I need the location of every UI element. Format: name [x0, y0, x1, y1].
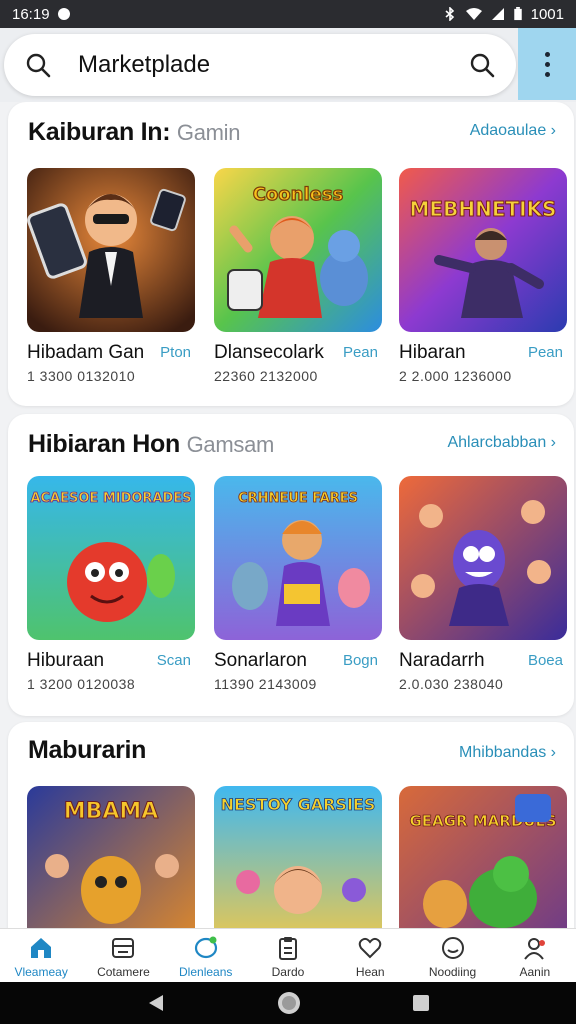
game-thumbnail[interactable]: GEAGR MARDUES [399, 786, 567, 928]
home-icon [31, 938, 52, 958]
user-icon [524, 938, 545, 960]
game-price-tag[interactable]: Pean [343, 344, 378, 361]
header-title: Marketplade [78, 51, 211, 78]
system-nav-bar [0, 982, 576, 1024]
heart-icon [359, 937, 382, 959]
game-downloads: 22360 2132000 [214, 368, 318, 384]
game-card[interactable]: Hibadam Gan Pton 1 3300 0132010 [27, 168, 195, 384]
battery-icon [513, 7, 522, 21]
game-card[interactable]: GEAGR MARDUES [399, 786, 567, 928]
game-thumbnail[interactable]: MBAMA [27, 786, 195, 928]
game-thumbnail[interactable]: CRHNEUE FARES [214, 476, 382, 640]
section-title: Hibiaran Hon Gamsam [28, 430, 275, 458]
chevron-right-icon: › [550, 122, 556, 139]
game-title: Hiburaan [27, 650, 105, 671]
bottom-nav: Vleameay Cotamere Dlenleans Dardo Hean N… [0, 928, 576, 982]
game-thumbnail[interactable]: NESTOY GARSIES [214, 786, 382, 928]
chat-icon [194, 936, 217, 959]
game-thumbnail[interactable]: Coonless [214, 168, 382, 332]
thumbnail-caption: Coonless [253, 184, 344, 205]
recents-icon[interactable] [411, 993, 431, 1013]
game-thumbnail[interactable] [27, 168, 195, 332]
section-3: Maburarin Mhibbandas › MBAMA NESTOY GARS… [8, 722, 574, 928]
thumbnail-caption: MEBHNETIKS [410, 197, 557, 221]
game-card[interactable]: CRHNEUE FARES Sonarlaron Bogn 11390 2143… [214, 476, 382, 692]
see-all-link[interactable]: Adaoaulae › [470, 122, 556, 140]
game-price-tag[interactable]: Bogn [343, 652, 378, 669]
game-thumbnail[interactable]: MEBHNETIKS [399, 168, 567, 332]
notification-dot-icon [57, 8, 70, 20]
section-1: Kaiburan In: Gamin Adaoaulae › Hibadam G… [8, 102, 574, 406]
game-thumbnail[interactable] [399, 476, 567, 640]
home-circle-icon[interactable] [276, 990, 302, 1016]
see-all-link[interactable]: Mhibbandas › [459, 744, 556, 762]
section-title: Kaiburan In: Gamin [28, 118, 241, 146]
back-icon[interactable] [145, 992, 167, 1014]
content-scroll[interactable]: Kaiburan In: Gamin Adaoaulae › Hibadam G… [0, 102, 576, 928]
thumbnail-caption: NESTOY GARSIES [221, 795, 376, 814]
status-time: 16:19 [12, 5, 50, 23]
game-card[interactable]: MEBHNETIKS Hibaran Pean 2 2.000 1236000 [399, 168, 567, 384]
game-card[interactable]: MBAMA [27, 786, 195, 928]
section-2: Hibiaran Hon Gamsam Ahlarcbabban › ACAES… [8, 414, 574, 716]
game-title: Sonarlaron [214, 650, 307, 671]
smiley-icon [441, 937, 464, 959]
nav-item-noodiing[interactable]: Noodiing [411, 929, 493, 982]
thumbnail-caption: MBAMA [64, 799, 159, 824]
game-card[interactable]: NESTOY GARSIES [214, 786, 382, 928]
game-downloads: 1 3200 0120038 [27, 676, 136, 692]
chevron-right-icon: › [550, 744, 556, 761]
game-title: Hibaran [399, 342, 466, 363]
clipboard-icon [278, 937, 297, 960]
thumbnail-caption: CRHNEUE FARES [238, 491, 358, 506]
game-title: Hibadam Gan [27, 342, 145, 363]
nav-item-dardo[interactable]: Dardo [247, 929, 329, 982]
nav-item-hean[interactable]: Hean [329, 929, 411, 982]
wifi-icon [465, 8, 482, 20]
app-header: Marketplade [0, 28, 576, 102]
game-card[interactable]: ACAESOE MIDORADES Hiburaan Scan 1 3200 0… [27, 476, 195, 692]
nav-item-cotamere[interactable]: Cotamere [82, 929, 164, 982]
search-icon[interactable] [24, 51, 52, 79]
game-downloads: 2.0.030 238040 [399, 676, 504, 692]
nav-item-dlenleans[interactable]: Dlenleans [165, 929, 247, 982]
status-bar: 16:19 1001 [0, 0, 576, 28]
search-icon[interactable] [468, 51, 496, 79]
section-title: Maburarin [28, 736, 147, 764]
thumbnail-caption: ACAESOE MIDORADES [30, 491, 191, 506]
chevron-right-icon: › [550, 434, 556, 451]
game-downloads: 11390 2143009 [214, 676, 317, 692]
search-bar[interactable]: Marketplade [4, 34, 516, 96]
game-thumbnail[interactable]: ACAESOE MIDORADES [27, 476, 195, 640]
game-price-tag[interactable]: Boea [528, 652, 563, 669]
signal-icon [491, 8, 504, 20]
more-vert-icon [544, 51, 550, 57]
status-clock: 1001 [530, 5, 564, 23]
see-all-link[interactable]: Ahlarcbabban › [447, 434, 556, 452]
game-downloads: 2 2.000 1236000 [399, 368, 512, 384]
overflow-menu-button[interactable] [518, 28, 576, 100]
game-downloads: 1 3300 0132010 [27, 368, 136, 384]
game-price-tag[interactable]: Scan [157, 652, 191, 669]
card-icon [112, 938, 135, 958]
game-card[interactable]: Coonless Dlansecolark Pean 22360 2132000 [214, 168, 382, 384]
game-title: Dlansecolark [214, 342, 324, 363]
game-price-tag[interactable]: Pton [160, 344, 191, 361]
game-price-tag[interactable]: Pean [528, 344, 563, 361]
nav-item-aanin[interactable]: Aanin [494, 929, 576, 982]
bluetooth-icon [445, 7, 454, 21]
nav-item-home[interactable]: Vleameay [0, 929, 82, 982]
game-title: Naradarrh [399, 650, 485, 671]
game-card[interactable]: Naradarrh Boea 2.0.030 238040 [399, 476, 567, 692]
